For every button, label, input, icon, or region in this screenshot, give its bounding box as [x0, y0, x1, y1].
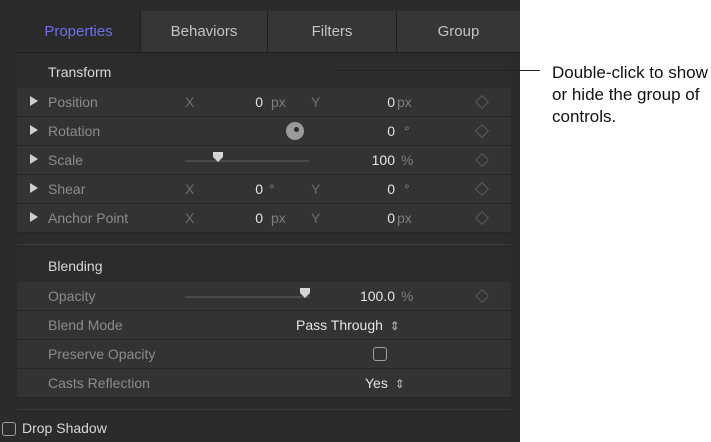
opacity-slider-thumb[interactable]	[300, 288, 310, 298]
drop-shadow-label: Drop Shadow	[22, 420, 107, 436]
tab-group[interactable]: Group	[397, 11, 520, 52]
shear-y-axis-label: Y	[311, 181, 321, 197]
tab-filters[interactable]: Filters	[268, 11, 397, 52]
disclosure-triangle-icon[interactable]	[30, 183, 38, 193]
rotation-unit: °	[404, 123, 410, 139]
rotation-label: Rotation	[48, 123, 101, 139]
position-row: Position X 0 px Y 0 px	[17, 88, 511, 117]
up-down-chevron-icon: ⇕	[394, 377, 405, 391]
transform-section-header[interactable]: Transform	[17, 57, 511, 87]
shear-label: Shear	[48, 181, 86, 197]
casts-reflection-popup[interactable]: Yes ⇕	[365, 375, 405, 391]
transform-section-title: Transform	[48, 64, 112, 80]
callout-line	[333, 70, 540, 71]
callout-text: Double-click to show or hide the group o…	[552, 63, 708, 126]
opacity-field[interactable]: 100.0	[341, 288, 395, 304]
position-y-axis-label: Y	[311, 94, 321, 110]
opacity-unit: %	[401, 288, 414, 304]
preserve-opacity-row: Preserve Opacity	[17, 340, 511, 369]
anchor-point-row: Anchor Point X 0 px Y 0 px	[17, 204, 511, 233]
disclosure-triangle-icon[interactable]	[30, 154, 38, 164]
position-x-field[interactable]: 0	[243, 94, 263, 110]
anchor-x-unit: px	[271, 210, 286, 226]
shear-y-unit: °	[404, 181, 410, 197]
keyframe-icon[interactable]	[474, 152, 490, 168]
scale-unit: %	[401, 152, 414, 168]
anchor-y-axis-label: Y	[311, 210, 321, 226]
casts-reflection-value: Yes	[365, 375, 388, 391]
rotation-field[interactable]: 0	[375, 123, 395, 139]
section-divider	[17, 409, 511, 410]
scale-field[interactable]: 100	[359, 152, 395, 168]
position-x-unit: px	[271, 94, 286, 110]
scale-slider[interactable]	[185, 160, 309, 162]
keyframe-icon[interactable]	[474, 210, 490, 226]
keyframe-icon[interactable]	[474, 181, 490, 197]
blend-mode-label: Blend Mode	[48, 317, 123, 333]
shear-x-axis-label: X	[185, 181, 195, 197]
blending-section-header[interactable]: Blending	[17, 251, 511, 281]
scale-row: Scale 100 %	[17, 146, 511, 175]
up-down-chevron-icon: ⇕	[389, 319, 400, 333]
keyframe-icon[interactable]	[474, 288, 490, 304]
preserve-opacity-label: Preserve Opacity	[48, 346, 156, 362]
anchor-y-unit: px	[397, 210, 412, 226]
shear-x-unit: °	[269, 181, 275, 197]
scale-label: Scale	[48, 152, 84, 168]
keyframe-icon[interactable]	[474, 94, 490, 110]
tab-properties[interactable]: Properties	[17, 11, 141, 52]
section-divider	[17, 244, 511, 245]
anchor-y-field[interactable]: 0	[375, 210, 395, 226]
opacity-row: Opacity 100.0 %	[17, 282, 511, 311]
opacity-label: Opacity	[48, 288, 96, 304]
blend-mode-popup[interactable]: Pass Through ⇕	[296, 317, 400, 333]
blending-section-title: Blending	[48, 258, 103, 274]
opacity-slider[interactable]	[185, 296, 309, 298]
disclosure-triangle-icon[interactable]	[30, 212, 38, 222]
blend-mode-row: Blend Mode Pass Through ⇕	[17, 311, 511, 340]
anchor-point-label: Anchor Point	[48, 210, 129, 226]
tab-behaviors[interactable]: Behaviors	[141, 11, 268, 52]
position-y-field[interactable]: 0	[375, 94, 395, 110]
inspector-tabs: Properties Behaviors Filters Group	[17, 11, 520, 53]
disclosure-triangle-icon[interactable]	[30, 96, 38, 106]
position-y-unit: px	[397, 94, 412, 110]
position-x-axis-label: X	[185, 94, 195, 110]
casts-reflection-row: Casts Reflection Yes ⇕	[17, 369, 511, 398]
shear-y-field[interactable]: 0	[375, 181, 395, 197]
drop-shadow-checkbox[interactable]	[2, 422, 16, 436]
anchor-x-field[interactable]: 0	[243, 210, 263, 226]
inspector-panel: Properties Behaviors Filters Group Trans…	[0, 0, 520, 442]
position-label: Position	[48, 94, 98, 110]
shear-x-field[interactable]: 0	[243, 181, 263, 197]
casts-reflection-label: Casts Reflection	[48, 375, 150, 391]
anchor-x-axis-label: X	[185, 210, 195, 226]
preserve-opacity-checkbox[interactable]	[373, 347, 387, 361]
rotation-row: Rotation 0 °	[17, 117, 511, 146]
blend-mode-value: Pass Through	[296, 317, 383, 333]
disclosure-triangle-icon[interactable]	[30, 125, 38, 135]
rotation-dial-icon[interactable]	[286, 122, 304, 140]
scale-slider-thumb[interactable]	[213, 152, 223, 162]
shear-row: Shear X 0 ° Y 0 °	[17, 175, 511, 204]
keyframe-icon[interactable]	[474, 123, 490, 139]
